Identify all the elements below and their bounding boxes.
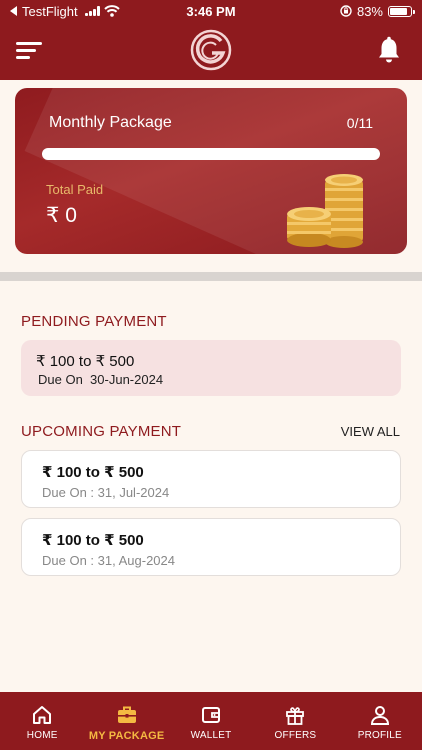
briefcase-icon bbox=[117, 706, 136, 723]
g-logo-icon bbox=[190, 29, 232, 71]
nav-item-my-package[interactable]: MY PACKAGE bbox=[84, 692, 168, 750]
view-all-link[interactable]: VIEW ALL bbox=[341, 424, 400, 439]
back-app-label: TestFlight bbox=[22, 3, 78, 19]
upcoming-due: Due On : 31, Aug-2024 bbox=[42, 553, 175, 568]
coins-icon bbox=[287, 174, 363, 248]
bottom-navigation: HOME MY PACKAGE WALLET OFFERS PROFILE bbox=[0, 692, 422, 750]
status-time: 3:46 PM bbox=[186, 3, 236, 19]
nav-item-profile[interactable]: PROFILE bbox=[338, 692, 422, 750]
bell-icon[interactable] bbox=[376, 36, 402, 64]
upcoming-payment-title: UPCOMING PAYMENT bbox=[21, 423, 182, 440]
gift-icon bbox=[286, 707, 305, 725]
status-bar: TestFlight 3:46 PM 83% bbox=[0, 0, 422, 22]
back-arrow-icon bbox=[10, 6, 17, 16]
person-icon bbox=[370, 706, 389, 725]
hamburger-icon[interactable] bbox=[16, 40, 42, 60]
nav-label-offers: OFFERS bbox=[274, 730, 317, 741]
battery-icon bbox=[388, 5, 415, 17]
orientation-lock-icon bbox=[340, 5, 352, 17]
total-paid-label: Total Paid bbox=[46, 182, 104, 197]
pending-range: ₹ 100 to ₹ 500 bbox=[36, 353, 135, 370]
nav-label-my-package: MY PACKAGE bbox=[88, 730, 165, 742]
upcoming-range: ₹ 100 to ₹ 500 bbox=[42, 532, 144, 549]
section-divider bbox=[0, 272, 422, 281]
home-icon bbox=[33, 706, 52, 724]
pending-payment-title: PENDING PAYMENT bbox=[21, 313, 167, 330]
upcoming-due: Due On : 31, Jul-2024 bbox=[42, 485, 170, 500]
upcoming-payment-card[interactable]: ₹ 100 to ₹ 500 Due On : 31, Aug-2024 bbox=[21, 518, 401, 576]
wallet-icon bbox=[202, 707, 221, 723]
status-bar-left[interactable]: TestFlight bbox=[10, 4, 120, 19]
pending-due-label: Due On bbox=[38, 372, 83, 387]
status-bar-right: 83% bbox=[340, 3, 415, 19]
nav-item-home[interactable]: HOME bbox=[0, 692, 84, 750]
nav-label-profile: PROFILE bbox=[357, 730, 402, 741]
monthly-package-card[interactable]: Monthly Package 0/11 Total Paid ₹ 0 bbox=[15, 88, 407, 254]
app-header bbox=[0, 22, 422, 80]
upcoming-range: ₹ 100 to ₹ 500 bbox=[42, 464, 144, 481]
wifi-icon bbox=[103, 5, 120, 17]
total-paid-amount: ₹ 0 bbox=[46, 204, 77, 227]
pending-payment-card[interactable]: ₹ 100 to ₹ 500 Due On 30-Jun-2024 bbox=[21, 340, 401, 396]
package-title: Monthly Package bbox=[49, 114, 172, 131]
package-progress-bar bbox=[42, 148, 380, 160]
nav-item-wallet[interactable]: WALLET bbox=[169, 692, 253, 750]
nav-label-wallet: WALLET bbox=[190, 730, 232, 741]
package-count: 0/11 bbox=[346, 115, 373, 131]
pending-due-date: 30-Jun-2024 bbox=[90, 372, 164, 387]
cellular-signal-icon bbox=[84, 6, 100, 16]
battery-percent: 83% bbox=[356, 3, 383, 19]
nav-item-offers[interactable]: OFFERS bbox=[253, 692, 337, 750]
pending-due: Due On 30-Jun-2024 bbox=[38, 372, 163, 387]
nav-label-home: HOME bbox=[26, 730, 58, 741]
upcoming-payment-card[interactable]: ₹ 100 to ₹ 500 Due On : 31, Jul-2024 bbox=[21, 450, 401, 508]
